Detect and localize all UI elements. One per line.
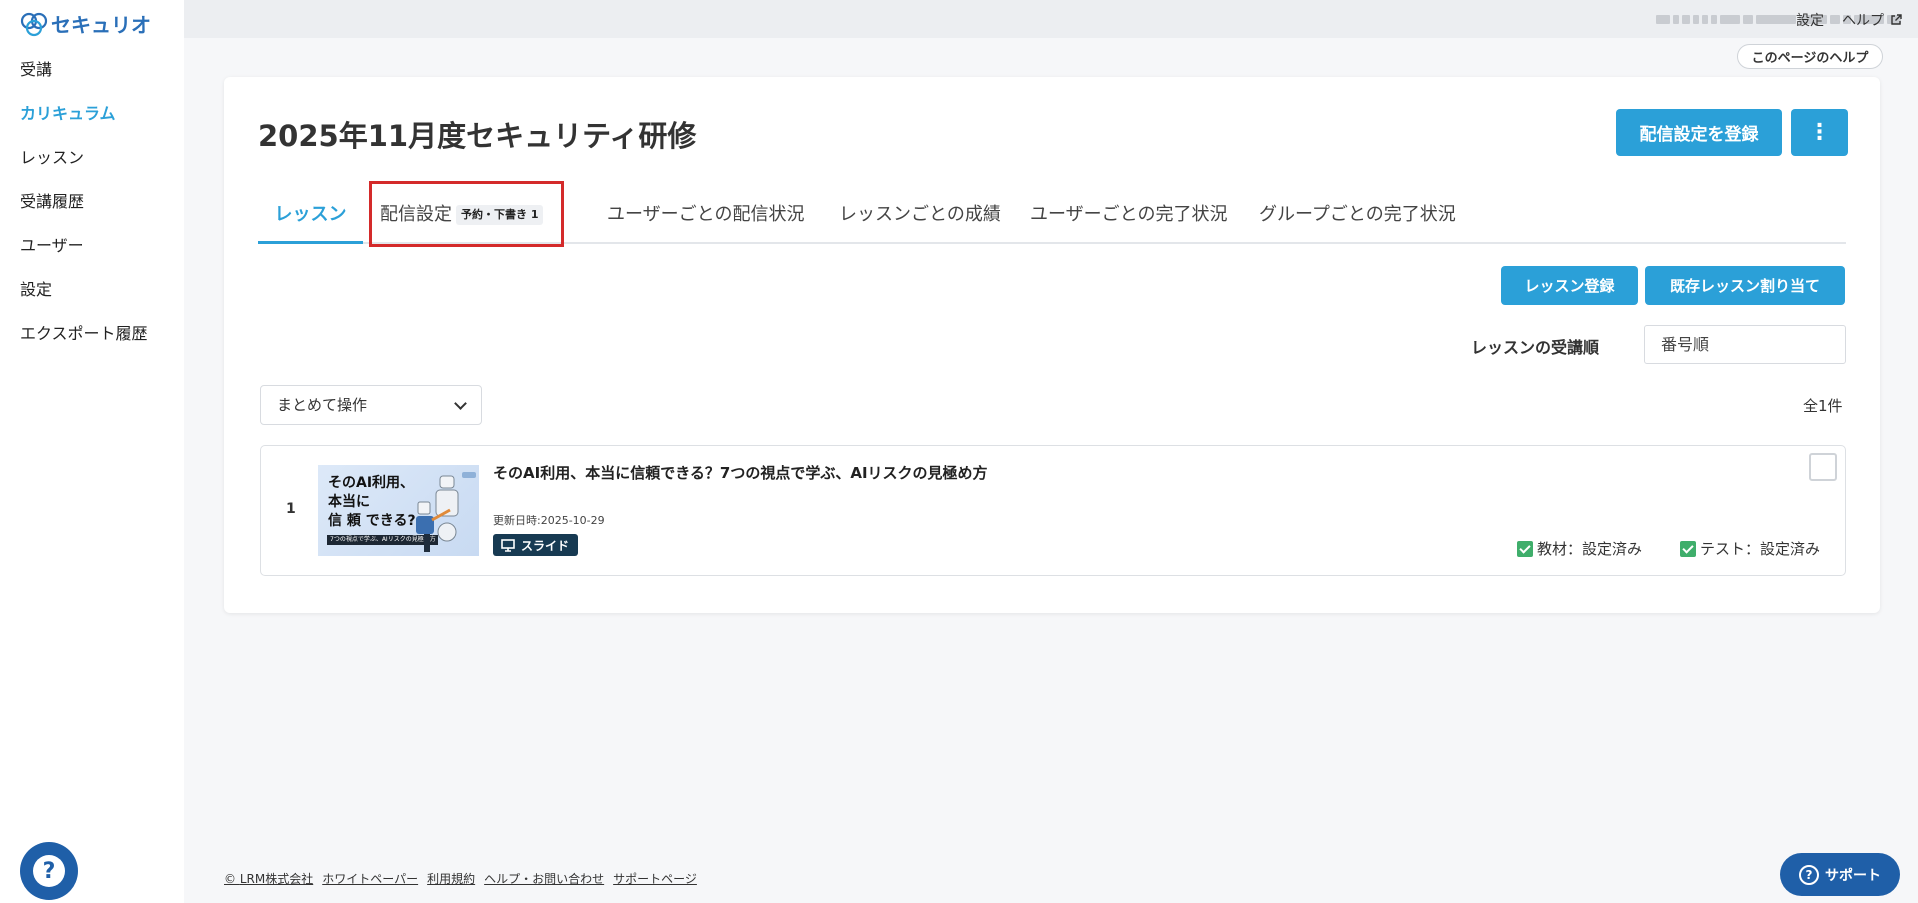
tab-lessons[interactable]: レッスン [258,186,363,244]
robot-illustration-icon [416,472,476,552]
footer-company-link[interactable]: © LRM株式会社 [224,870,313,887]
sidebar-item-history[interactable]: 受講履歴 [0,180,184,224]
lesson-thumbnail[interactable]: そのAI利用、 本当に 信 頼 できる? 7つの視点で学ぶ、AIリスクの見極め方 [318,465,479,556]
bulk-action-select[interactable]: まとめて操作 [260,385,482,425]
register-delivery-button[interactable]: 配信設定を登録 [1616,109,1782,156]
lesson-order-label: レッスンの受講順 [1471,338,1600,357]
thumbnail-title-line: 信 頼 できる? [328,513,416,529]
check-icon [1517,540,1533,557]
logo[interactable]: セキュリオ [20,8,151,38]
more-menu-button[interactable]: ⋮ [1791,109,1848,156]
top-help-label: ヘルプ [1842,13,1884,29]
sidebar-item-settings[interactable]: 設定 [0,268,184,312]
topbar: 設定 ヘルプ [184,0,1918,38]
thumbnail-title: そのAI利用、 本当に 信 頼 できる? [328,474,416,531]
sidebar-item-users[interactable]: ユーザー [0,224,184,268]
footer-whitepaper-link[interactable]: ホワイトペーパー [322,870,418,887]
chevron-down-icon [454,397,467,410]
logo-icon [20,12,48,37]
tab-delivery-settings[interactable]: 配信設定 予約・下書き 1 [380,186,544,244]
thumbnail-title-line: 本当に [328,494,370,510]
top-help-link[interactable]: ヘルプ [1842,10,1903,30]
draft-count-badge: 予約・下書き 1 [456,205,544,225]
total-count: 全1件 [1803,397,1843,415]
assign-existing-lesson-button[interactable]: 既存レッスン割り当て [1645,266,1845,305]
material-status-label: 教材：設定済み [1537,540,1643,558]
sidebar-item-lessons[interactable]: レッスン [0,136,184,180]
lesson-row[interactable]: 1 そのAI利用、 本当に 信 頼 できる? 7つの視点で学ぶ、AIリスクの見極… [260,445,1846,576]
bulk-action-label: まとめて操作 [277,396,368,414]
tab-user-completion[interactable]: ユーザーごとの完了状況 [1030,186,1227,244]
tab-delivery-settings-label: 配信設定 [380,204,452,225]
main-card: 2025年11月度セキュリティ研修 配信設定を登録 ⋮ レッスン 配信設定 予約・… [224,77,1880,613]
presentation-icon [501,538,515,552]
top-settings-link[interactable]: 設定 [1796,10,1824,30]
lesson-updated-date: 更新日時:2025-10-29 [493,514,605,527]
tab-user-delivery-status[interactable]: ユーザーごとの配信状況 [607,186,804,244]
lesson-order-select[interactable]: 番号順 [1644,325,1846,364]
sidebar-item-curriculum[interactable]: カリキュラム [0,92,184,136]
help-fab-button[interactable]: ? [20,842,78,900]
sidebar-item-attend[interactable]: 受講 [0,48,184,92]
tab-lesson-scores[interactable]: レッスンごとの成績 [839,186,1001,244]
lesson-number: 1 [286,501,296,517]
lesson-register-button[interactable]: レッスン登録 [1501,266,1638,305]
support-button[interactable]: ? サポート [1780,853,1900,896]
sidebar-item-export-history[interactable]: エクスポート履歴 [0,312,184,356]
page-title: 2025年11月度セキュリティ研修 [258,119,697,153]
lesson-title[interactable]: そのAI利用、本当に信頼できる？7つの視点で学ぶ、AIリスクの見極め方 [493,462,988,483]
sidebar: セキュリオ 受講 カリキュラム レッスン 受講履歴 ユーザー 設定 エクスポート… [0,0,184,903]
thumbnail-title-line: そのAI利用、 [328,475,415,491]
page-help-button[interactable]: このページのヘルプ [1737,44,1883,69]
tab-group-completion[interactable]: グループごとの完了状況 [1259,186,1456,244]
external-link-icon [1891,14,1903,25]
sidebar-nav: 受講 カリキュラム レッスン 受講履歴 ユーザー 設定 エクスポート履歴 [0,48,184,356]
support-label: サポート [1825,867,1881,884]
check-icon [1680,540,1696,557]
logo-text: セキュリオ [51,12,151,37]
footer: © LRM株式会社 ホワイトペーパー 利用規約 ヘルプ・お問い合わせ サポートペ… [224,870,697,887]
lesson-select-checkbox[interactable] [1809,453,1837,481]
test-status: テスト：設定済み [1680,538,1820,559]
test-status-label: テスト：設定済み [1700,540,1821,558]
slide-type-label: スライド [521,538,570,553]
material-status: 教材：設定済み [1517,538,1642,559]
footer-terms-link[interactable]: 利用規約 [427,870,475,887]
slide-type-badge: スライド [493,534,579,556]
footer-contact-link[interactable]: ヘルプ・お問い合わせ [484,870,604,887]
tab-bar: レッスン 配信設定 予約・下書き 1 ユーザーごとの配信状況 レッスンごとの成績 … [258,186,1846,244]
question-icon: ? [1799,864,1819,885]
footer-company-label: LRM株式会社 [239,872,314,886]
footer-support-page-link[interactable]: サポートページ [613,870,697,887]
question-icon: ? [33,855,65,887]
